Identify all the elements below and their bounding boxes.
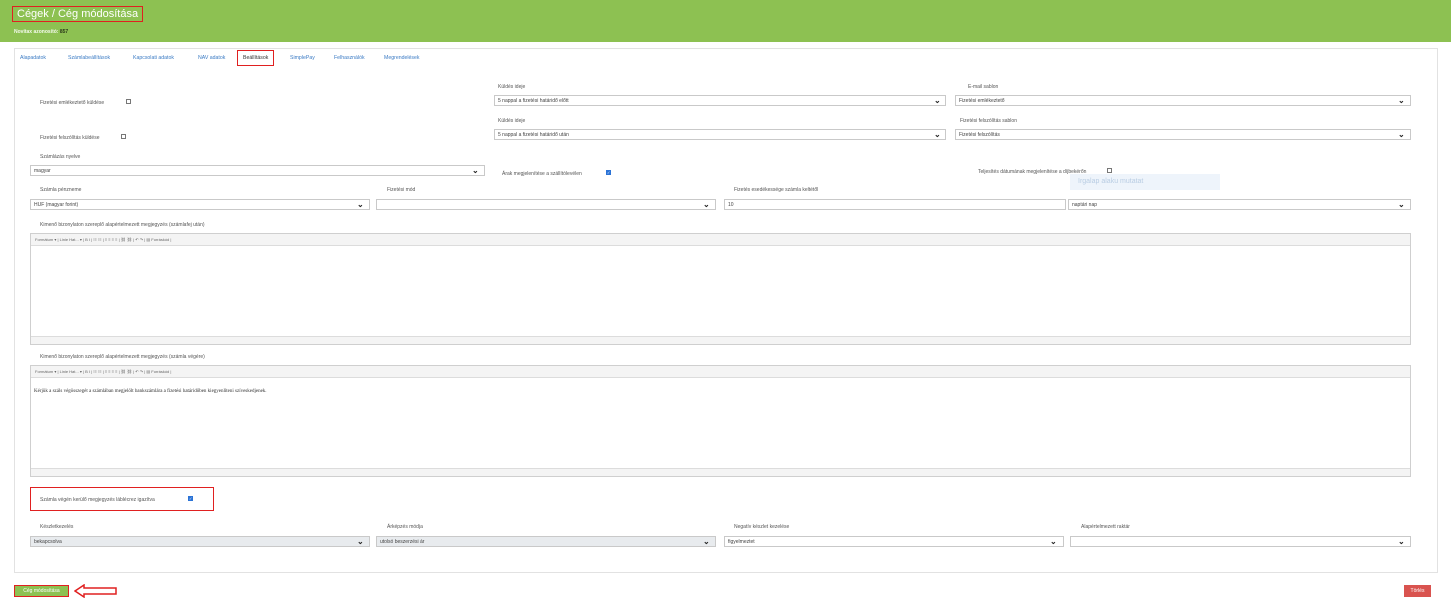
chevron-down-icon: ⌄ — [1398, 200, 1405, 209]
chevron-down-icon: ⌄ — [1398, 130, 1405, 139]
pricing-label: Árképzés módja — [387, 524, 423, 530]
header-note-editor[interactable]: Formátum ▾ | Linie Hat... ▾ | B I | ⁝≡ ⁝… — [30, 233, 1411, 345]
pricing-select[interactable]: utolsó beszerzési ár — [376, 536, 716, 547]
warehouse-select[interactable] — [1070, 536, 1411, 547]
editor-resize-bar[interactable] — [31, 468, 1410, 476]
reminder-template-select[interactable]: Fizetési emlékeztető — [955, 95, 1411, 106]
prices-on-delivery-checkbox[interactable]: ✓ — [606, 170, 611, 175]
editor2-label: Kimenő bizonylaton szereplő alapértelmez… — [40, 354, 205, 360]
chevron-down-icon: ⌄ — [703, 537, 710, 546]
demand-time-label: Küldés ideje — [498, 118, 526, 124]
page-title: Cégek / Cég módosítása — [12, 6, 144, 22]
save-company-button[interactable]: Cég módosítása — [14, 585, 69, 597]
company-id-label: Novitax azonosító: — [14, 29, 59, 35]
footer-note-label: Számla végén kerülő megjegyzés láblécrez… — [40, 497, 155, 503]
demand-send-label: Fizetési felszólítás küldése — [40, 135, 100, 141]
footer-note-checkbox[interactable]: ✓ — [188, 496, 193, 501]
chevron-down-icon: ⌄ — [357, 537, 364, 546]
editor-resize-bar[interactable] — [31, 336, 1410, 344]
stock-mgmt-label: Készletkezelés — [40, 524, 74, 530]
ghost-button: Irgalap alaku mutatat — [1070, 174, 1220, 190]
reminder-time-label: Küldés ideje — [498, 84, 526, 90]
due-days-input[interactable]: 10 — [724, 199, 1066, 210]
chevron-down-icon: ⌄ — [1050, 537, 1057, 546]
reminder-time-select[interactable]: 5 nappal a fizetési határidő előtt — [494, 95, 946, 106]
editor-toolbar[interactable]: Formátum ▾ | Linie Hat... ▾ | B I | ⁝≡ ⁝… — [31, 234, 1410, 246]
payment-mode-label: Fizetési mód — [387, 187, 416, 193]
language-label: Számlázás nyelve — [40, 154, 81, 160]
chevron-down-icon: ⌄ — [357, 200, 364, 209]
company-id: Novitax azonosító: 857 — [14, 29, 68, 35]
payment-mode-select[interactable] — [376, 199, 716, 210]
tab-orders[interactable]: Megrendelések — [384, 55, 419, 61]
currency-label: Számla pénzneme — [40, 187, 82, 193]
editor1-label: Kimenő bizonylaton szereplő alapértelmez… — [40, 222, 205, 228]
completion-date-checkbox[interactable] — [1107, 168, 1112, 173]
chevron-down-icon: ⌄ — [472, 166, 479, 175]
currency-select[interactable]: HUF (magyar forint) — [30, 199, 370, 210]
tab-invoice-settings[interactable]: Számlabeállítások — [68, 55, 110, 61]
company-id-value: 857 — [59, 29, 69, 35]
chevron-down-icon: ⌄ — [934, 130, 941, 139]
due-label: Fizetés esedékessége számla keltétől — [734, 187, 819, 193]
demand-template-select[interactable]: Fizetési felszólítás — [955, 129, 1411, 140]
tab-basic-data[interactable]: Alapadatok — [20, 55, 46, 61]
chevron-down-icon: ⌄ — [703, 200, 710, 209]
chevron-down-icon: ⌄ — [934, 96, 941, 105]
editor-toolbar[interactable]: Formátum ▾ | Linie Hat... ▾ | B I | ⁝≡ ⁝… — [31, 366, 1410, 378]
tab-users[interactable]: Felhasználók — [334, 55, 365, 61]
chevron-down-icon: ⌄ — [1398, 96, 1405, 105]
negative-stock-select[interactable]: figyelmeztet — [724, 536, 1064, 547]
language-select[interactable]: magyar — [30, 165, 485, 176]
tab-settings[interactable]: Beállítások — [237, 50, 275, 66]
warehouse-label: Alapértelmezett raktár — [1081, 524, 1130, 530]
chevron-down-icon: ⌄ — [1398, 537, 1405, 546]
demand-template-label: Fizetési felszólítás sablon — [960, 118, 1017, 124]
reminder-send-checkbox[interactable] — [126, 99, 131, 104]
reminder-template-label: E-mail sablon — [968, 84, 999, 90]
stock-mgmt-select[interactable]: bekapcsolva — [30, 536, 370, 547]
due-unit-select[interactable]: naptári nap — [1068, 199, 1411, 210]
demand-time-select[interactable]: 5 nappal a fizetési határidő után — [494, 129, 946, 140]
editor-content[interactable]: Kérjük a száls végösszegét a számlában m… — [34, 389, 267, 394]
tab-simplepay[interactable]: SimplePay — [290, 55, 315, 61]
delete-button[interactable]: Törlés — [1404, 585, 1431, 597]
reminder-send-label: Fizetési emlékeztető küldése — [40, 100, 105, 106]
negative-stock-label: Negatív készlet kezelése — [734, 524, 790, 530]
tab-contacts[interactable]: Kapcsolati adatok — [133, 55, 174, 61]
tab-nav-data[interactable]: NAV adatok — [198, 55, 225, 61]
page-header: Cégek / Cég módosítása Novitax azonosító… — [0, 0, 1451, 42]
footer-note-editor[interactable]: Formátum ▾ | Linie Hat... ▾ | B I | ⁝≡ ⁝… — [30, 365, 1411, 477]
demand-send-checkbox[interactable] — [121, 134, 126, 139]
arrow-left-icon — [74, 584, 117, 598]
prices-on-delivery-label: Árak megjelenítése a szállítólevélen — [502, 171, 582, 177]
